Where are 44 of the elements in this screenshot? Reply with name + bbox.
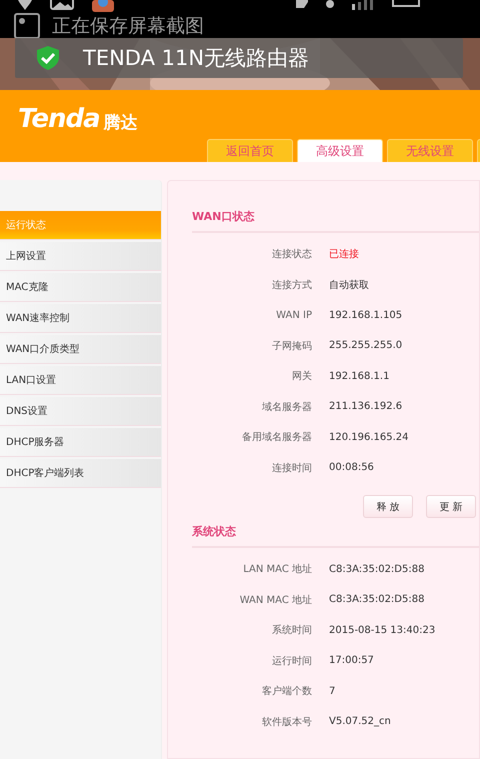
field-label: 连接方式 bbox=[271, 278, 312, 292]
field-label: 备用域名服务器 bbox=[241, 430, 312, 444]
image-icon bbox=[14, 13, 40, 39]
field-value: 255.255.255.0 bbox=[329, 340, 404, 352]
toast-title: TENDA 11N无线路由器 bbox=[83, 45, 310, 72]
field-label: 连接时间 bbox=[271, 462, 312, 475]
field-value: 192.168.1.1 bbox=[329, 370, 390, 382]
section-title: 系统状态 bbox=[192, 524, 479, 548]
field-label: 客户端个数 bbox=[261, 684, 312, 698]
image-icon bbox=[50, 0, 74, 10]
field-value: 120.196.165.24 bbox=[329, 432, 410, 443]
field-value: 00:08:56 bbox=[329, 462, 375, 474]
location-icon bbox=[18, 0, 32, 10]
section-title: WAN口状态 bbox=[192, 209, 479, 233]
field-value: 已连接 bbox=[329, 248, 360, 262]
field-value: C8:3A:35:02:D5:88 bbox=[329, 564, 426, 575]
field-label: LAN MAC 地址 bbox=[242, 562, 312, 576]
field-label: WAN IP bbox=[275, 310, 312, 321]
shield-check-icon bbox=[37, 46, 59, 70]
action-button[interactable]: 释 放 bbox=[363, 495, 413, 518]
field-value: 211.136.192.6 bbox=[329, 401, 404, 412]
logo: Tenda bbox=[18, 104, 100, 134]
field-label: 连接状态 bbox=[271, 248, 312, 262]
battery-icon bbox=[392, 0, 420, 8]
signal-icon bbox=[352, 0, 374, 10]
field-value: 192.168.1.105 bbox=[329, 310, 404, 321]
field-label: 网关 bbox=[291, 370, 312, 384]
field-value: V5.07.52_cn bbox=[329, 716, 392, 728]
field-label: 运行时间 bbox=[271, 654, 312, 668]
field-value: 17:00:57 bbox=[329, 655, 375, 666]
field-value: 7 bbox=[329, 686, 336, 697]
field-value: C8:3A:35:02:D5:88 bbox=[329, 594, 426, 606]
field-label: 子网掩码 bbox=[271, 340, 312, 353]
app-icon bbox=[92, 0, 114, 12]
field-label: 域名服务器 bbox=[261, 400, 312, 414]
field-value: 2015-08-15 13:40:23 bbox=[329, 624, 436, 636]
field-label: 软件版本号 bbox=[261, 716, 312, 729]
field-value: 自动获取 bbox=[329, 278, 370, 292]
field-label: 系统时间 bbox=[271, 624, 312, 638]
notification-text: 正在保存屏幕截图 bbox=[52, 14, 204, 38]
field-label: WAN MAC 地址 bbox=[238, 594, 312, 607]
nav-tab[interactable]: 高级设置 bbox=[297, 139, 383, 162]
logo-text: 腾达 bbox=[104, 112, 138, 134]
action-button[interactable]: 更 新 bbox=[426, 495, 476, 518]
